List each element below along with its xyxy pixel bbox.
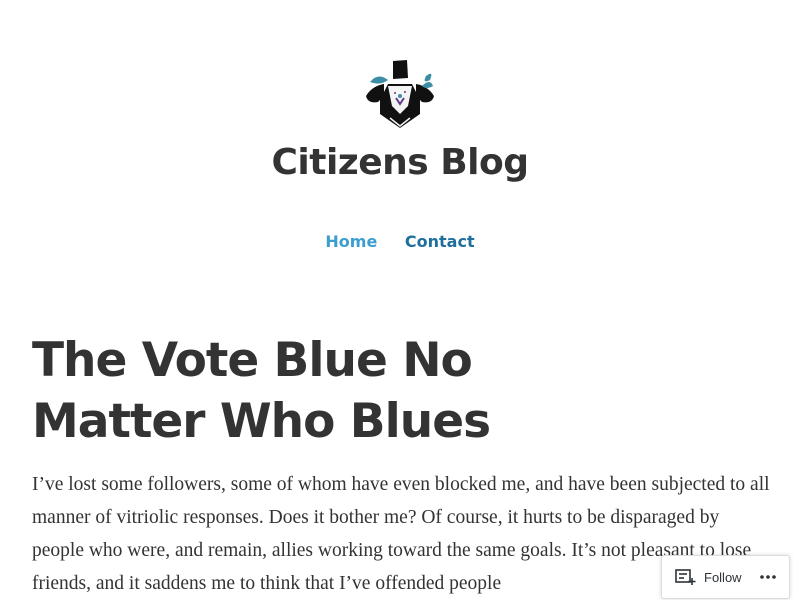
site-logo[interactable]	[360, 56, 440, 130]
more-options-button[interactable]	[759, 570, 777, 584]
superhero-shirt-logo-icon	[366, 60, 434, 128]
nav-item-home[interactable]: Home	[325, 232, 377, 251]
reader-follow-icon	[675, 569, 696, 585]
more-options-icon	[760, 575, 776, 579]
nav-item-contact[interactable]: Contact	[405, 232, 475, 251]
main-navigation: Home Contact	[0, 232, 800, 251]
follow-button[interactable]: Follow	[662, 556, 742, 598]
follow-bar: Follow	[661, 555, 790, 599]
post-title[interactable]: The Vote Blue No Matter Who Blues	[32, 330, 652, 452]
site-title[interactable]: Citizens Blog	[0, 142, 800, 183]
follow-label: Follow	[704, 569, 742, 585]
